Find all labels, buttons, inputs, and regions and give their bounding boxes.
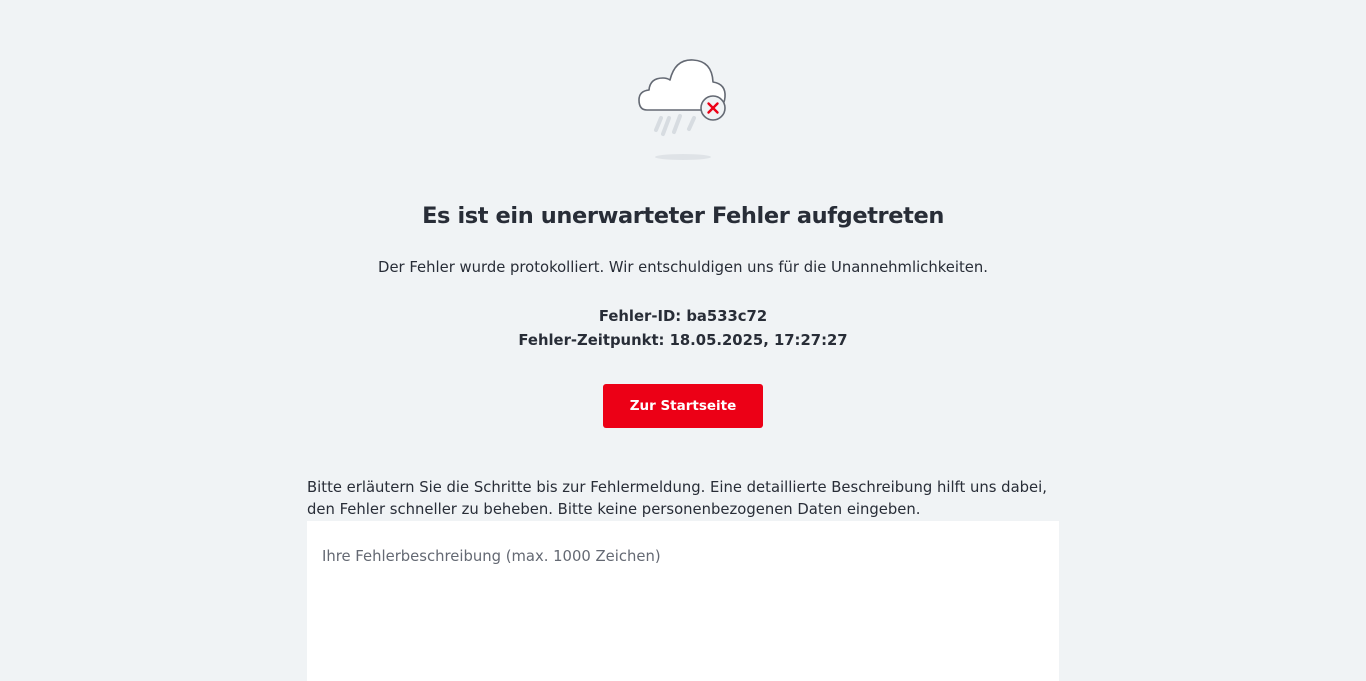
error-id: Fehler-ID: ba533c72	[598, 308, 768, 325]
feedback-instructions: Bitte erläutern Sie die Schritte bis zur…	[307, 479, 1047, 518]
home-button[interactable]: Zur Startseite	[603, 384, 763, 428]
error-subtitle: Der Fehler wurde protokolliert. Wir ents…	[378, 259, 988, 276]
error-description-field[interactable]	[307, 521, 1059, 681]
page-title: Es ist ein unerwarteter Fehler aufgetret…	[422, 203, 944, 229]
error-timestamp: Fehler-Zeitpunkt: 18.05.2025, 17:27:27	[518, 332, 848, 349]
cloud-error-icon	[633, 56, 733, 162]
error-details: Fehler-ID: ba533c72 Fehler-Zeitpunkt: 18…	[0, 305, 1366, 353]
error-page: Es ist ein unerwarteter Fehler aufgetret…	[0, 0, 1366, 681]
